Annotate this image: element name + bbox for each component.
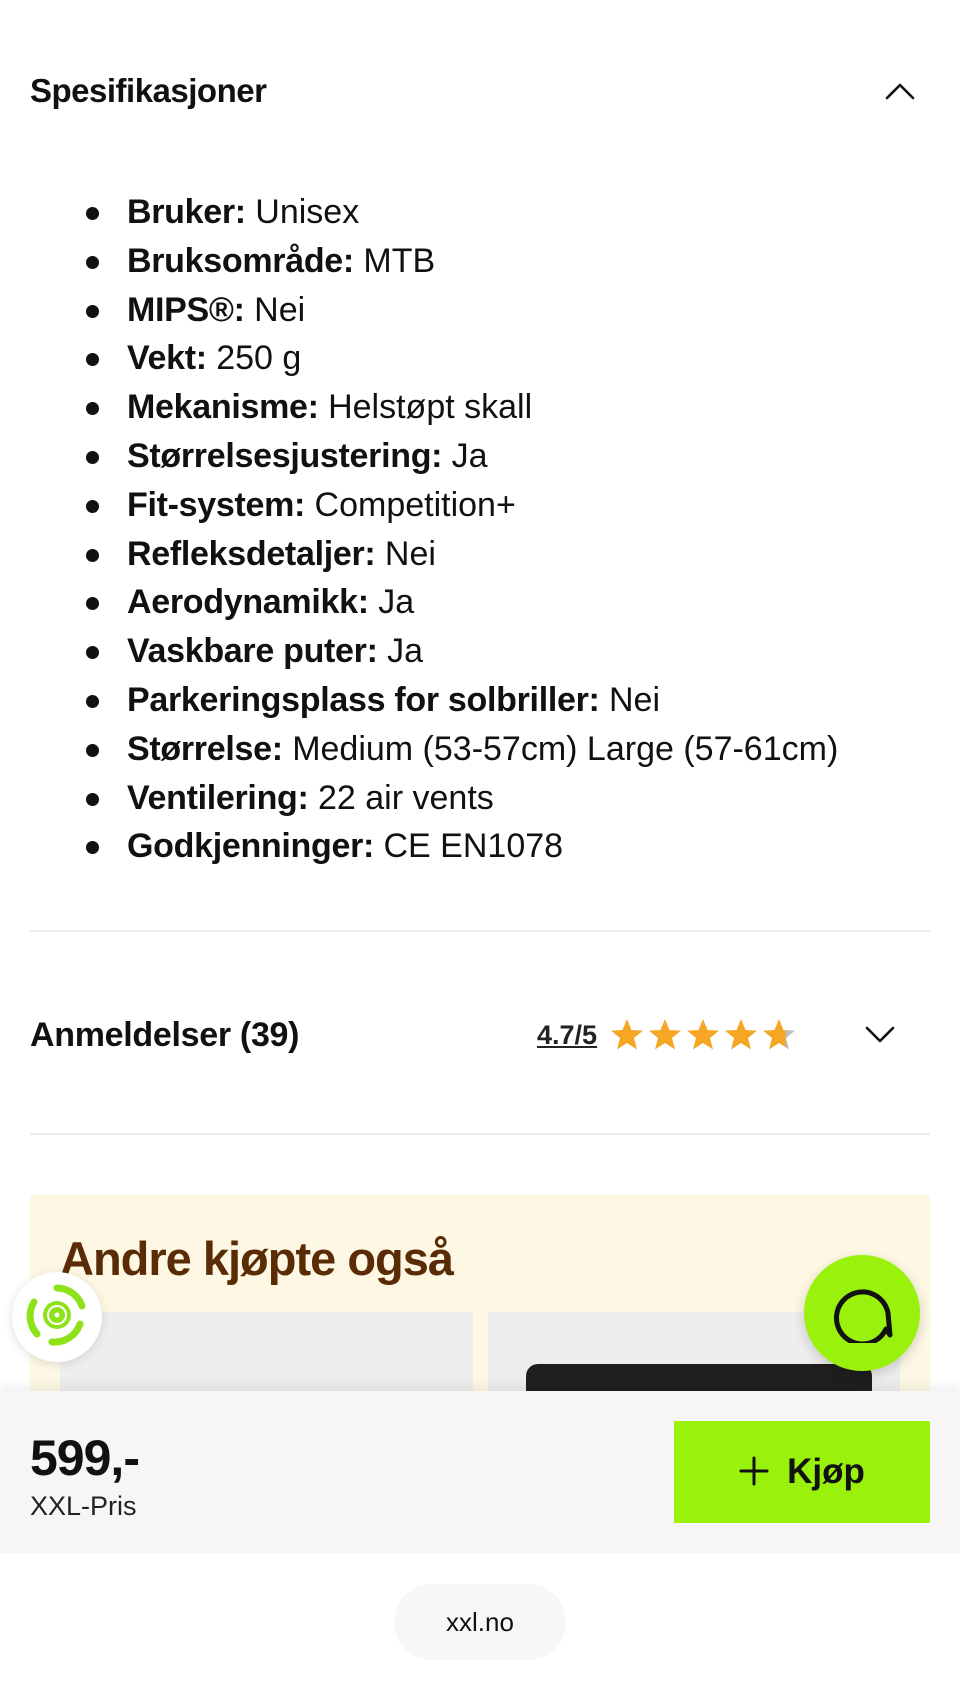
spec-label: Vekt: [127, 339, 207, 378]
bullet [86, 646, 99, 660]
spec-label: Parkeringsplass for solbriller: [127, 680, 600, 719]
spec-label: Mekanisme: [127, 388, 319, 427]
buy-button[interactable]: Kjøp [674, 1421, 930, 1523]
spec-item: Godkjenninger: CE EN1078 [0, 822, 960, 871]
spec-label: Størrelsesjustering: [127, 436, 443, 475]
spec-item: Mekanisme: Helstøpt skall [0, 383, 960, 432]
chat-button[interactable] [804, 1255, 920, 1371]
spec-label: Aerodynamikk: [127, 583, 369, 622]
bullet [86, 207, 99, 220]
spec-value: Ja [387, 632, 423, 671]
bullet [86, 548, 99, 562]
spec-item: Refleksdetaljer: Nei [0, 530, 960, 579]
spec-value: Nei [254, 290, 306, 329]
spec-label: Vaskbare puter: [127, 632, 378, 671]
spec-value: MTB [363, 241, 436, 280]
recycle-icon [22, 1280, 92, 1355]
bullet [86, 255, 99, 269]
spec-item: Vaskbare puter: Ja [0, 627, 960, 676]
buy-bar: 599,- XXL-Pris Kjøp [0, 1391, 960, 1553]
spec-value: 22 air vents [318, 778, 494, 817]
spec-label: MIPS®: [127, 290, 245, 329]
spec-value: Nei [384, 534, 436, 573]
bullet [86, 597, 99, 611]
also-bought-section: Andre kjøpte også [30, 1195, 930, 1404]
spec-item: Aerodynamikk: Ja [0, 578, 960, 627]
star-icon [687, 1019, 720, 1050]
specifications-list: Bruker: Unisex Bruksområde: MTB MIPS®: Nei… [0, 188, 960, 871]
spec-item: Bruker: Unisex [0, 188, 960, 237]
spec-value: 250 g [216, 339, 302, 378]
spec-label: Bruksområde: [127, 241, 354, 280]
star-icon [725, 1019, 758, 1050]
chevron-down-icon[interactable] [850, 1010, 910, 1060]
spec-value: Helstøpt skall [328, 388, 533, 427]
plus-icon [739, 1456, 769, 1489]
rating[interactable]: 4.7/5 [537, 1010, 797, 1060]
spec-value: Nei [609, 680, 661, 719]
buy-button-label: Kjøp [787, 1452, 865, 1491]
spec-label: Godkjenninger: [127, 827, 375, 866]
spec-item: Parkeringsplass for solbriller: Nei [0, 676, 960, 725]
spec-value: Ja [378, 583, 415, 622]
spec-item: Størrelse: Medium (53-57cm) Large (57-61… [0, 725, 960, 774]
url-bar[interactable]: xxl.no [394, 1584, 566, 1660]
bullet [86, 450, 99, 464]
specifications-header[interactable]: Spesifikasjoner [30, 66, 930, 116]
rating-score[interactable]: 4.7/5 [537, 1020, 597, 1051]
reviews-header[interactable]: Anmeldelser (39) 4.7/5 [30, 1010, 930, 1060]
bullet [86, 353, 99, 367]
divider [30, 1133, 930, 1135]
bullet [86, 841, 99, 855]
bullet [86, 304, 99, 318]
spec-item: Vekt: 250 g [0, 334, 960, 383]
chevron-up-icon[interactable] [870, 66, 930, 116]
bullet [86, 402, 99, 416]
spec-label: Ventilering: [127, 778, 309, 817]
spec-item: Ventilering: 22 air vents [0, 774, 960, 823]
spec-label: Refleksdetaljer: [127, 534, 376, 573]
price: 599,- [30, 1430, 140, 1486]
star-icon [763, 1019, 796, 1050]
spec-value: Medium (53-57cm) Large (57-61cm) [292, 729, 839, 768]
bullet [86, 694, 99, 708]
spec-label: Størrelse: [127, 729, 283, 768]
recycle-button[interactable] [12, 1272, 102, 1362]
chat-icon [830, 1279, 894, 1348]
spec-item: Fit-system: Competition+ [0, 481, 960, 530]
bullet [86, 499, 99, 513]
also-bought-title: Andre kjøpte også [60, 1232, 454, 1285]
spec-value: Ja [451, 436, 488, 475]
product-card[interactable] [60, 1312, 473, 1395]
star-icon [611, 1019, 644, 1050]
spec-item: MIPS®: Nei [0, 286, 960, 335]
star-icon [649, 1019, 682, 1050]
spec-label: Fit-system: [127, 485, 306, 524]
spec-value: Unisex [255, 193, 360, 231]
spec-label: Bruker: [127, 193, 246, 231]
bullet [86, 792, 99, 806]
reviews-title: Anmeldelser (39) [30, 1015, 300, 1054]
spec-item: Bruksområde: MTB [0, 237, 960, 286]
spec-value: CE EN1078 [383, 827, 564, 866]
spec-value: Competition+ [314, 485, 516, 524]
bullet [86, 743, 99, 757]
star-rating [609, 1017, 797, 1053]
divider [30, 930, 930, 932]
spec-item: Størrelsesjustering: Ja [0, 432, 960, 481]
url-text: xxl.no [446, 1606, 514, 1637]
price-label: XXL-Pris [30, 1491, 137, 1521]
specifications-title: Spesifikasjoner [30, 72, 267, 109]
